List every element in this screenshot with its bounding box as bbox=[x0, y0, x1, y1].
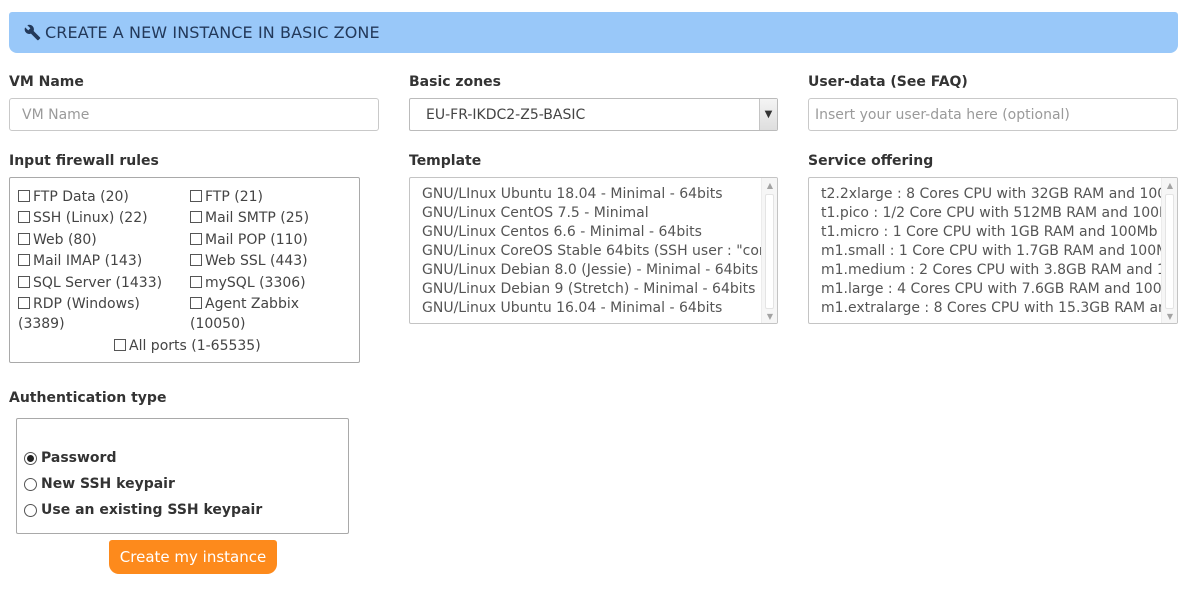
list-item[interactable]: m1.small : 1 Core CPU with 1.7GB RAM and… bbox=[821, 242, 1177, 261]
checkbox[interactable] bbox=[18, 233, 30, 245]
basic-zones-selected: EU-FR-IKDC2-Z5-BASIC bbox=[426, 106, 586, 123]
auth-option-new-ssh[interactable]: New SSH keypair bbox=[24, 476, 175, 492]
chevron-down-icon[interactable]: ▼ bbox=[759, 99, 777, 130]
checkbox[interactable] bbox=[190, 276, 202, 288]
user-data-input[interactable]: Insert your user-data here (optional) bbox=[808, 98, 1178, 131]
firewall-rule[interactable]: SSH (Linux) (22) bbox=[18, 208, 148, 228]
list-item[interactable]: m1.medium : 2 Cores CPU with 3.8GB RAM a… bbox=[821, 261, 1177, 280]
list-item[interactable]: t1.pico : 1/2 Core CPU with 512MB RAM an… bbox=[821, 204, 1177, 223]
basic-zones-select[interactable]: EU-FR-IKDC2-Z5-BASIC ▼ bbox=[409, 98, 778, 131]
scroll-up-icon[interactable]: ▲ bbox=[762, 178, 777, 192]
firewall-rule[interactable]: Mail SMTP (25) bbox=[190, 208, 309, 228]
list-item[interactable]: t1.micro : 1 Core CPU with 1GB RAM and 1… bbox=[821, 223, 1158, 242]
firewall-rule[interactable]: SQL Server (1433) bbox=[18, 273, 162, 293]
checkbox[interactable] bbox=[190, 297, 202, 309]
list-item[interactable]: GNU/Linux CoreOS Stable 64bits (SSH user… bbox=[422, 242, 777, 261]
wrench-icon bbox=[24, 24, 41, 41]
radio-button[interactable] bbox=[24, 477, 37, 491]
list-item[interactable]: GNU/Linux Ubuntu 16.04 - Minimal - 64bit… bbox=[422, 299, 722, 318]
vm-name-label: VM Name bbox=[9, 74, 84, 90]
checkbox[interactable] bbox=[18, 211, 30, 223]
auth-option-existing-ssh[interactable]: Use an existing SSH keypair bbox=[24, 502, 262, 518]
vm-name-input[interactable]: VM Name bbox=[9, 98, 379, 131]
checkbox[interactable] bbox=[18, 297, 30, 309]
checkbox[interactable] bbox=[190, 254, 202, 266]
template-label: Template bbox=[409, 153, 482, 169]
basic-zones-label: Basic zones bbox=[409, 74, 501, 90]
scroll-up-icon[interactable]: ▲ bbox=[1162, 178, 1177, 192]
checkbox[interactable] bbox=[18, 276, 30, 288]
firewall-rule[interactable]: RDP (Windows) bbox=[18, 294, 140, 314]
firewall-rule-all-ports[interactable]: All ports (1-65535) bbox=[114, 336, 261, 356]
checkbox[interactable] bbox=[18, 190, 30, 202]
template-listbox[interactable]: GNU/LInux Ubuntu 18.04 - Minimal - 64bit… bbox=[409, 177, 778, 324]
section-header: CREATE A NEW INSTANCE IN BASIC ZONE bbox=[9, 12, 1178, 53]
checkbox[interactable] bbox=[190, 190, 202, 202]
list-item[interactable]: GNU/Linux CentOS 7.5 - Minimal bbox=[422, 204, 649, 223]
firewall-rule[interactable]: Web (80) bbox=[18, 230, 97, 250]
radio-button[interactable] bbox=[24, 451, 37, 465]
firewall-label: Input firewall rules bbox=[9, 153, 159, 169]
create-instance-button[interactable]: Create my instance bbox=[109, 540, 277, 574]
checkbox[interactable] bbox=[114, 339, 126, 351]
firewall-rule[interactable]: FTP (21) bbox=[190, 187, 263, 207]
firewall-rule[interactable]: Mail IMAP (143) bbox=[18, 251, 142, 271]
scrollbar[interactable]: ▲ ▼ bbox=[761, 178, 777, 323]
scrollbar-thumb[interactable] bbox=[1165, 194, 1174, 309]
firewall-rule[interactable]: mySQL (3306) bbox=[190, 273, 306, 293]
radio-button[interactable] bbox=[24, 503, 37, 517]
list-item[interactable]: GNU/Linux Debian 8.0 (Jessie) - Minimal … bbox=[422, 261, 758, 280]
checkbox[interactable] bbox=[18, 254, 30, 266]
checkbox[interactable] bbox=[190, 233, 202, 245]
service-offering-listbox[interactable]: t2.2xlarge : 8 Cores CPU with 32GB RAM a… bbox=[808, 177, 1178, 324]
auth-type-box: Password New SSH keypair Use an existing… bbox=[16, 418, 349, 534]
firewall-rule[interactable]: Agent Zabbix bbox=[190, 294, 299, 314]
firewall-rule[interactable]: FTP Data (20) bbox=[18, 187, 129, 207]
checkbox[interactable] bbox=[190, 211, 202, 223]
list-item[interactable]: m1.large : 4 Cores CPU with 7.6GB RAM an… bbox=[821, 280, 1177, 299]
scroll-down-icon[interactable]: ▼ bbox=[762, 309, 777, 323]
service-offering-label: Service offering bbox=[808, 153, 934, 169]
scrollbar-thumb[interactable] bbox=[765, 194, 774, 309]
firewall-rule[interactable]: Mail POP (110) bbox=[190, 230, 308, 250]
auth-option-password[interactable]: Password bbox=[24, 450, 116, 466]
section-title: CREATE A NEW INSTANCE IN BASIC ZONE bbox=[45, 23, 380, 42]
list-item[interactable]: m1.extralarge : 8 Cores CPU with 15.3GB … bbox=[821, 299, 1177, 318]
firewall-rules-box: FTP Data (20) FTP (21) SSH (Linux) (22) … bbox=[9, 177, 360, 363]
list-item[interactable]: t2.2xlarge : 8 Cores CPU with 32GB RAM a… bbox=[821, 185, 1177, 204]
list-item[interactable]: GNU/Linux Centos 6.6 - Minimal - 64bits bbox=[422, 223, 702, 242]
scroll-down-icon[interactable]: ▼ bbox=[1162, 309, 1177, 323]
firewall-rule-port: (10050) bbox=[190, 316, 246, 332]
scrollbar[interactable]: ▲ ▼ bbox=[1161, 178, 1177, 323]
firewall-rule[interactable]: Web SSL (443) bbox=[190, 251, 308, 271]
firewall-rule-port: (3389) bbox=[18, 316, 65, 332]
user-data-label: User-data (See FAQ) bbox=[808, 74, 968, 90]
auth-type-label: Authentication type bbox=[9, 390, 167, 406]
list-item[interactable]: GNU/Linux Debian 9 (Stretch) - Minimal -… bbox=[422, 280, 755, 299]
list-item[interactable]: GNU/LInux Ubuntu 18.04 - Minimal - 64bit… bbox=[422, 185, 723, 204]
